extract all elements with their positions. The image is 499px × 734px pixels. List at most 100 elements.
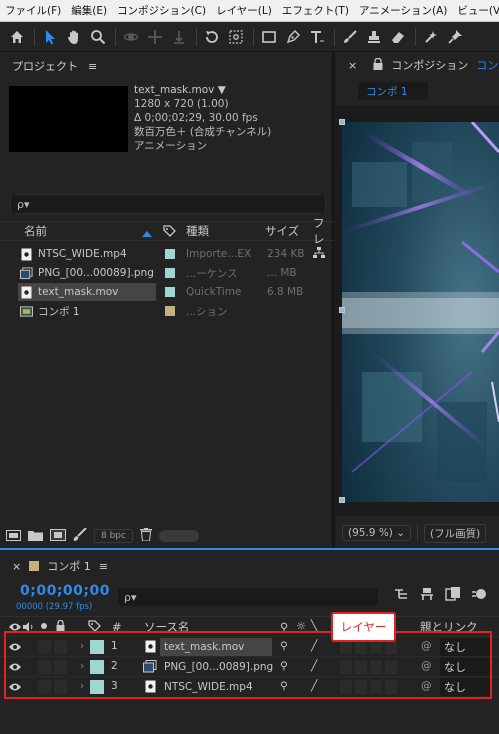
lock-switch[interactable]	[54, 680, 67, 694]
label-column-icon[interactable]	[163, 225, 176, 241]
label-color-swatch[interactable]	[165, 268, 175, 278]
motion-blur-icon[interactable]	[471, 586, 487, 605]
quality-switch-icon[interactable]: ╱	[311, 640, 317, 652]
switch-cell[interactable]	[385, 680, 397, 694]
panel-menu-icon[interactable]: ≡	[88, 60, 97, 73]
lock-icon[interactable]	[373, 57, 383, 73]
rectangle-tool-icon[interactable]	[258, 26, 280, 48]
zoom-tool-icon[interactable]	[87, 26, 109, 48]
switch-cell[interactable]	[355, 660, 367, 674]
switch-cell[interactable]	[340, 680, 352, 694]
orbit-camera-icon[interactable]	[120, 26, 142, 48]
layer-row[interactable]: › 1 text_mask.mov ⚲ ╱ @ なし	[0, 636, 499, 656]
label-color-swatch[interactable]	[165, 249, 175, 259]
project-panel-tab[interactable]: プロジェクト ≡	[12, 58, 97, 74]
interpret-footage-icon[interactable]	[6, 529, 21, 544]
eraser-tool-icon[interactable]	[387, 26, 409, 48]
shy-layers-icon[interactable]	[419, 586, 435, 605]
type-tool-icon[interactable]	[306, 26, 328, 48]
composition-subtab[interactable]: コンポ 1	[358, 82, 428, 100]
eye-icon[interactable]	[9, 642, 21, 655]
comp-mini-flowchart-icon[interactable]	[393, 586, 409, 605]
bit-depth-button[interactable]: 8 bpc	[94, 529, 133, 543]
menu-effect[interactable]: エフェクト(T)	[277, 0, 354, 21]
layer-label-swatch[interactable]	[90, 660, 104, 674]
eye-icon[interactable]	[9, 662, 21, 675]
menu-file[interactable]: ファイル(F)	[0, 0, 66, 21]
frame-blending-icon[interactable]	[445, 586, 461, 605]
close-icon[interactable]: ×	[348, 59, 357, 72]
bounding-box-handle[interactable]	[339, 497, 345, 503]
parent-dropdown[interactable]: なし	[440, 638, 492, 656]
eye-icon[interactable]	[9, 682, 21, 695]
column-type[interactable]: 種類	[186, 223, 209, 239]
project-item[interactable]: NTSC_WIDE.mp4 Importe...EX 234 KB	[0, 244, 334, 264]
project-item[interactable]: text_mask.mov QuickTime 6.8 MB	[0, 282, 334, 302]
project-item[interactable]: PNG_[00...00089].png ...ーケンス ... MB	[0, 263, 334, 283]
lock-switch[interactable]	[54, 640, 67, 654]
label-color-swatch[interactable]	[165, 287, 175, 297]
menu-layer[interactable]: レイヤー(L)	[211, 0, 277, 21]
brush-tool-icon[interactable]	[339, 26, 361, 48]
layer-label-swatch[interactable]	[90, 640, 104, 654]
menu-composition[interactable]: コンポジション(C)	[112, 0, 211, 21]
clone-stamp-tool-icon[interactable]	[363, 26, 385, 48]
composition-tab[interactable]: × コンポジション コンポ	[336, 52, 499, 78]
menu-view[interactable]: ビュー(V)	[452, 0, 499, 21]
roto-brush-tool-icon[interactable]	[420, 26, 442, 48]
pen-tool-icon[interactable]	[282, 26, 304, 48]
switch-cell[interactable]	[370, 680, 382, 694]
layer-name[interactable]: PNG_[00...0089].png	[160, 658, 273, 676]
switch-cell[interactable]	[385, 660, 397, 674]
shy-switch-icon[interactable]: ⚲	[280, 660, 288, 672]
shy-switch-icon[interactable]: ⚲	[280, 640, 288, 652]
timeline-tab[interactable]: × コンポ 1 ≡	[12, 558, 108, 574]
layer-name[interactable]: NTSC_WIDE.mp4	[160, 678, 272, 696]
label-color-swatch[interactable]	[165, 306, 175, 316]
project-search-input[interactable]: ρ▾	[10, 194, 326, 214]
layer-row[interactable]: › 2 PNG_[00...0089].png ⚲ ╱ @ なし	[0, 656, 499, 676]
lock-switch[interactable]	[54, 660, 67, 674]
switch-cell[interactable]	[370, 660, 382, 674]
dolly-camera-icon[interactable]	[168, 26, 190, 48]
selection-tool-icon[interactable]	[39, 26, 61, 48]
brush-settings-icon[interactable]	[73, 527, 87, 544]
expand-chevron-icon[interactable]: ›	[80, 680, 84, 692]
column-name[interactable]: 名前	[24, 223, 47, 239]
switch-cell[interactable]	[340, 660, 352, 674]
switch-cell[interactable]	[340, 640, 352, 654]
anchor-point-tool-icon[interactable]	[225, 26, 247, 48]
menu-edit[interactable]: 編集(E)	[66, 0, 112, 21]
hand-tool-icon[interactable]	[63, 26, 85, 48]
sort-arrow-icon[interactable]	[141, 227, 153, 241]
column-frame[interactable]: フレ	[313, 215, 334, 247]
solo-switch[interactable]	[38, 680, 51, 694]
parent-dropdown[interactable]: なし	[440, 678, 492, 696]
source-name-header[interactable]: ソース名	[144, 619, 189, 635]
column-size[interactable]: サイズ	[265, 223, 299, 239]
thumbnail-size-slider[interactable]	[158, 530, 199, 542]
bounding-box-handle[interactable]	[339, 307, 345, 313]
pick-whip-icon[interactable]: @	[421, 660, 432, 672]
pick-whip-icon[interactable]: @	[421, 680, 432, 692]
parent-dropdown[interactable]: なし	[440, 658, 492, 676]
delete-icon[interactable]	[139, 528, 152, 544]
new-folder-icon[interactable]	[28, 529, 43, 544]
puppet-pin-tool-icon[interactable]	[444, 26, 466, 48]
footage-name[interactable]: text_mask.mov ▼	[134, 83, 271, 97]
home-icon[interactable]	[6, 26, 28, 48]
magnification-dropdown[interactable]: (95.9 %) ⌄	[342, 525, 412, 541]
pan-camera-icon[interactable]	[144, 26, 166, 48]
timeline-search-input[interactable]: ρ▾	[118, 588, 378, 606]
switch-cell[interactable]	[355, 680, 367, 694]
rotate-tool-icon[interactable]	[201, 26, 223, 48]
new-composition-icon[interactable]	[50, 528, 66, 544]
menu-animation[interactable]: アニメーション(A)	[354, 0, 452, 21]
layer-row[interactable]: › 3 NTSC_WIDE.mp4 ⚲ ╱ @ なし	[0, 676, 499, 696]
pick-whip-icon[interactable]: @	[421, 640, 432, 652]
viewer-canvas[interactable]	[336, 106, 499, 516]
solo-switch[interactable]	[38, 660, 51, 674]
bounding-box-handle[interactable]	[339, 119, 345, 125]
quality-switch-icon[interactable]: ╱	[311, 680, 317, 692]
switch-cell[interactable]	[385, 640, 397, 654]
